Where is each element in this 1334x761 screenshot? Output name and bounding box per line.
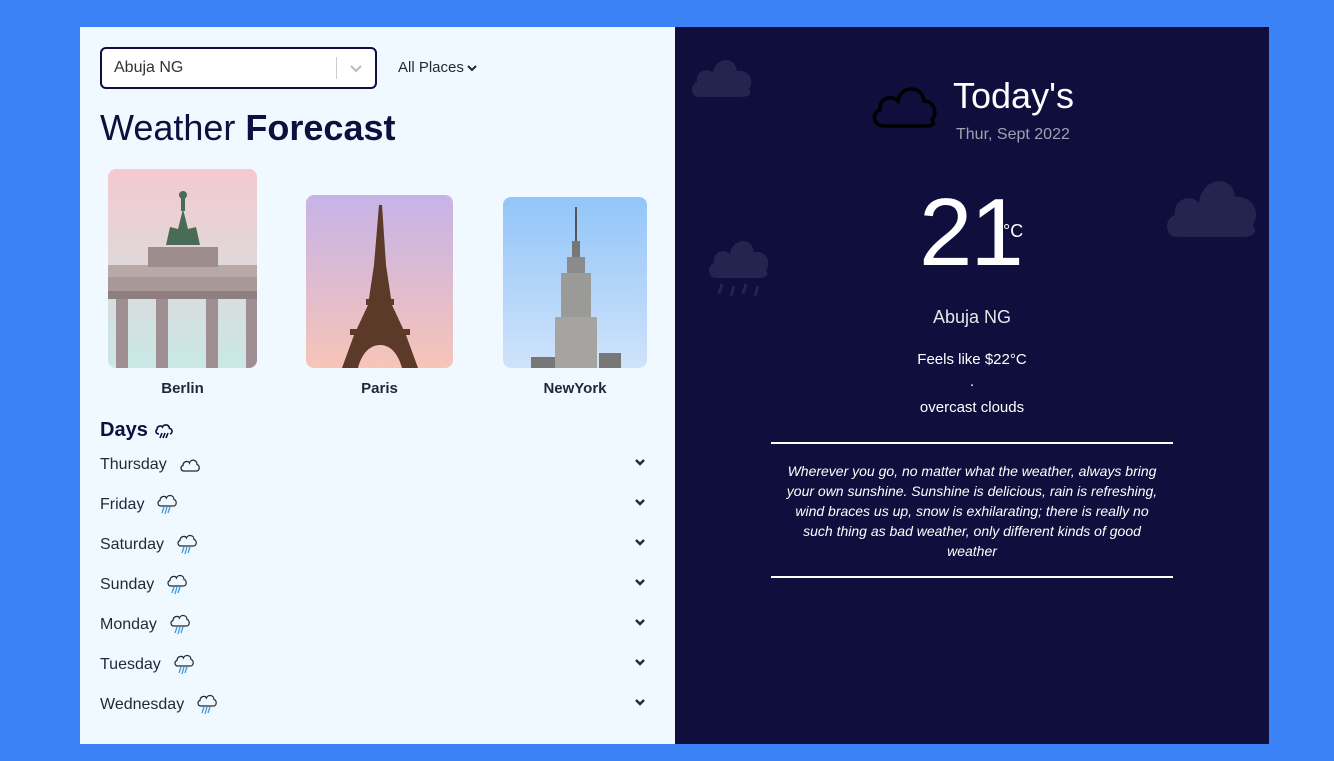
weather-quote: Wherever you go, no matter what the weat… [786, 463, 1158, 559]
chevron-down-icon[interactable] [634, 457, 646, 467]
today-panel: Today's Thur, Sept 2022 21 °C Abuja NG F… [675, 27, 1269, 744]
days-header-label: Days [100, 419, 148, 441]
page-title: Weather Forecast [100, 107, 395, 149]
day-row-saturday[interactable]: Saturday [100, 531, 650, 559]
days-header: Days [100, 419, 174, 442]
background-cloud-icon [691, 59, 752, 97]
all-places-dropdown[interactable]: All Places [398, 59, 477, 76]
city-card-newyork[interactable]: NewYork [503, 197, 647, 397]
day-row-tuesday[interactable]: Tuesday [100, 651, 650, 679]
feels-like: Feels like $22°C [917, 351, 1027, 368]
rain-cloud-icon [157, 494, 178, 515]
city-name-paris: Paris [361, 380, 398, 397]
today-title: Today's [953, 75, 1074, 116]
paris-image [306, 195, 453, 368]
city-name-newyork: NewYork [543, 380, 607, 397]
search-input[interactable]: Abuja NG [102, 59, 336, 77]
separator: . [969, 373, 975, 390]
rain-cloud-icon [154, 423, 173, 438]
day-label: Friday [100, 496, 145, 513]
city-card-berlin[interactable]: Berlin [108, 169, 257, 397]
berlin-image [108, 169, 257, 368]
today-date: Thur, Sept 2022 [956, 126, 1070, 143]
forecast-panel: Abuja NG All Places Weather Forecast Ber… [80, 27, 675, 744]
chevron-down-icon[interactable] [634, 537, 646, 547]
day-label: Thursday [100, 456, 167, 473]
chevron-down-icon[interactable] [634, 497, 646, 507]
background-cloud-icon [1166, 181, 1257, 237]
chevron-down-icon[interactable] [634, 577, 646, 587]
location-search[interactable]: Abuja NG [100, 47, 377, 89]
rain-cloud-icon [170, 614, 190, 635]
title-bold: Forecast [245, 107, 396, 148]
day-label: Monday [100, 616, 157, 633]
cloud-icon [872, 87, 937, 128]
location-name: Abuja NG [932, 307, 1012, 327]
day-label: Sunday [100, 576, 155, 593]
day-label: Saturday [100, 536, 165, 553]
newyork-image [503, 197, 647, 368]
divider-top [771, 442, 1173, 444]
temperature-unit: °C [1003, 221, 1024, 241]
city-card-paris[interactable]: Paris [306, 195, 453, 397]
divider-bottom [771, 576, 1173, 578]
day-row-monday[interactable]: Monday [100, 611, 650, 639]
day-row-sunday[interactable]: Sunday [100, 571, 650, 599]
weather-app: Abuja NG All Places Weather Forecast Ber… [80, 27, 1269, 744]
day-label: Tuesday [100, 656, 161, 673]
day-label: Wednesday [100, 696, 185, 713]
all-places-label: All Places [398, 59, 464, 76]
rain-cloud-icon [174, 654, 194, 675]
chevron-down-icon[interactable] [634, 617, 646, 627]
rain-cloud-icon [197, 694, 217, 715]
title-light: Weather [100, 107, 246, 148]
chevron-down-icon [467, 64, 477, 71]
cloud-icon [180, 459, 200, 472]
day-row-wednesday[interactable]: Wednesday [100, 691, 650, 719]
day-row-friday[interactable]: Friday [100, 491, 650, 519]
chevron-down-icon[interactable] [337, 63, 375, 73]
rain-cloud-icon [167, 574, 188, 595]
day-row-thursday[interactable]: Thursday [100, 451, 650, 479]
background-rain-cloud-icon [708, 240, 769, 297]
chevron-down-icon[interactable] [634, 657, 646, 667]
city-name-berlin: Berlin [161, 380, 204, 397]
chevron-down-icon[interactable] [634, 697, 646, 707]
rain-cloud-icon [177, 534, 197, 555]
weather-description: overcast clouds [919, 399, 1025, 416]
